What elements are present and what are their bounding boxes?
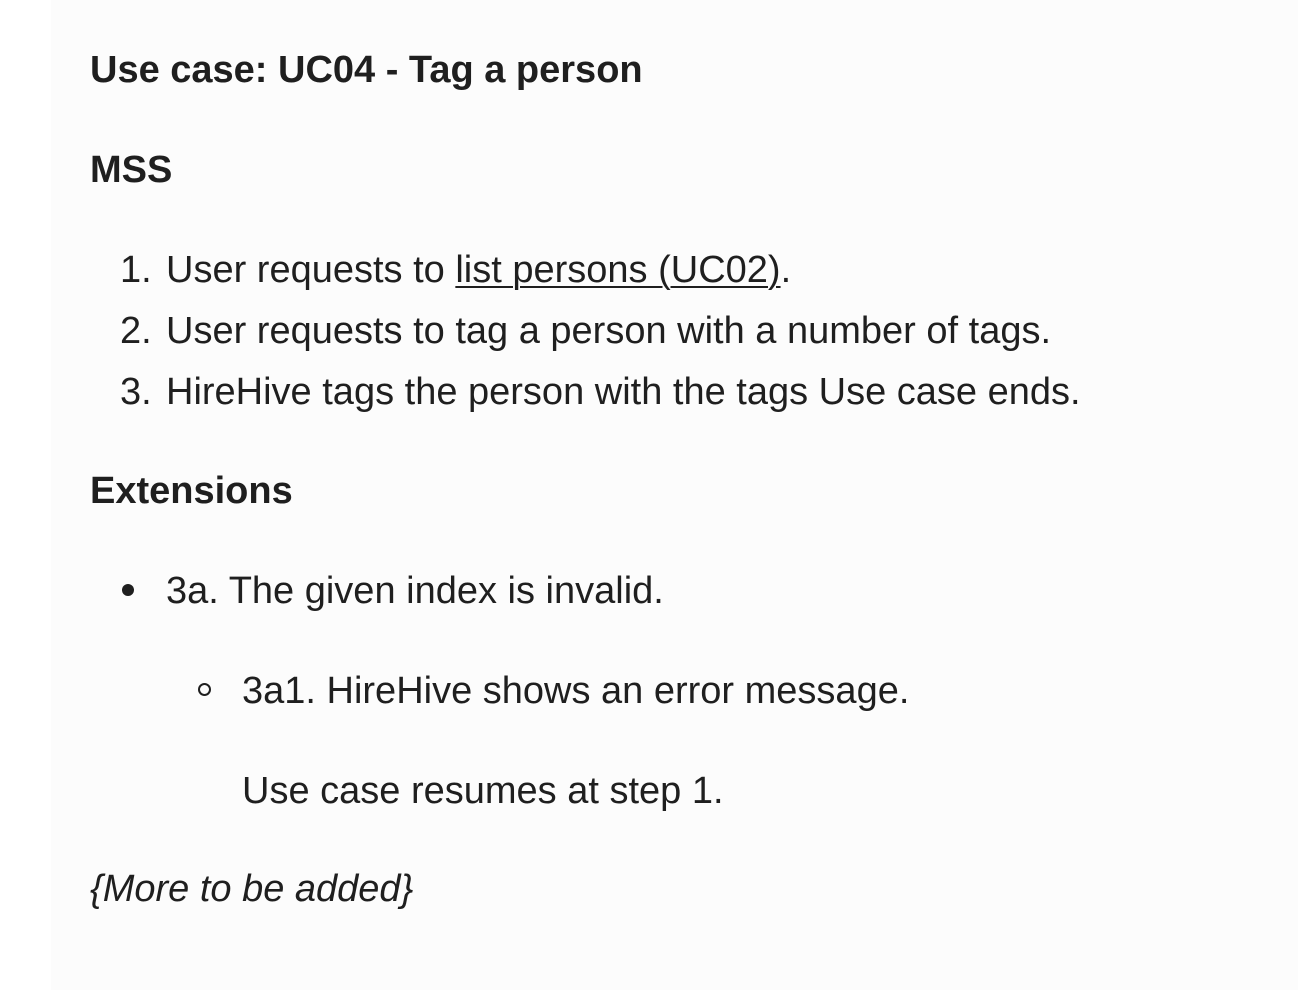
mss-step-text: User requests to list persons (UC02). [166, 247, 791, 293]
more-to-be-added-note: {More to be added} [90, 868, 414, 910]
mss-heading: MSS [90, 149, 173, 191]
mss-step-number: 2. [120, 310, 152, 352]
list-persons-link[interactable]: list persons (UC02) [455, 249, 780, 291]
mss-step-text: User requests to tag a person with a num… [166, 310, 1052, 352]
extensions-heading: Extensions [90, 470, 293, 512]
mss-step-number: 1. [120, 249, 152, 291]
bullet-circle-icon [198, 683, 211, 696]
mss-step-text-before: User requests to [166, 249, 456, 291]
extension-item: 3a. The given index is invalid. [90, 568, 1240, 614]
use-case-title: Use case: UC04 - Tag a person [90, 49, 643, 91]
extension-subitem-text: 3a1. HireHive shows an error message. [242, 670, 910, 712]
mss-step-text-after: . [780, 249, 792, 291]
extension-item-text: 3a. The given index is invalid. [166, 570, 664, 612]
mss-step-3: 3. HireHive tags the person with the tag… [90, 369, 1240, 415]
bullet-disc-icon [122, 584, 134, 596]
mss-step-number: 3. [120, 371, 152, 413]
mss-step-text: HireHive tags the person with the tags U… [166, 371, 1081, 413]
extension-subitem-note: Use case resumes at step 1. [242, 770, 724, 812]
document-page: Use case: UC04 - Tag a person MSS 1. Use… [51, 0, 1298, 990]
extension-subitem: 3a1. HireHive shows an error message. [90, 668, 1240, 714]
mss-step-1: 1. User requests to list persons (UC02). [90, 247, 1240, 293]
mss-step-2: 2. User requests to tag a person with a … [90, 308, 1240, 354]
